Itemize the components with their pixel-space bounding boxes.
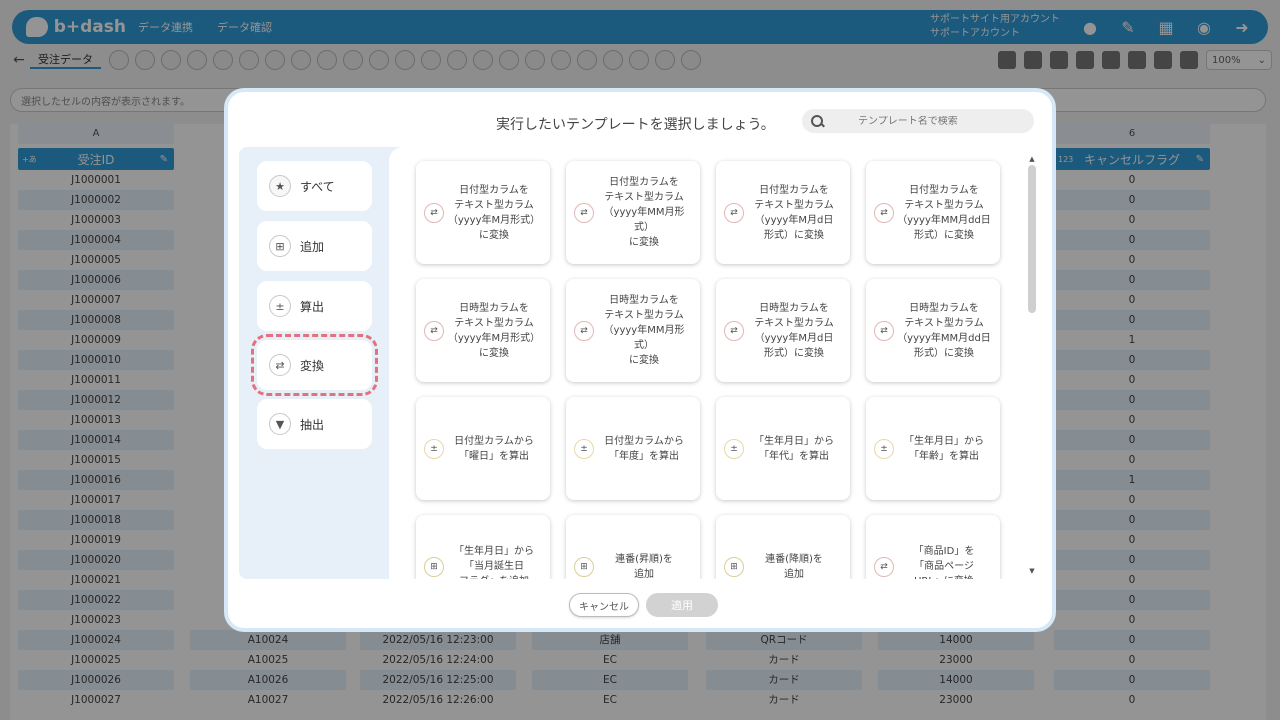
calculator-icon: ± [574, 438, 594, 459]
convert-icon: ⇄ [724, 202, 744, 223]
calculator-icon: ± [424, 438, 444, 459]
template-panel: ★ すべて ⊞ 追加 ± 算出 ⇄ 変換 ▼ 抽出 ⇄ 日付型カラムを テキスト型… [239, 147, 1041, 579]
calculator-icon: ± [269, 295, 291, 317]
template-card-label: 「生年月日」から 「年代」を算出 [754, 435, 834, 462]
plus-box-icon: ⊞ [574, 556, 594, 577]
template-card-label: 日付型カラムを テキスト型カラム （yyyy年M月形式） に変換 [447, 184, 541, 241]
convert-icon: ⇄ [269, 354, 291, 376]
template-card[interactable]: ± 日付型カラムから 「年度」を算出 [566, 397, 700, 500]
template-card-label: 日時型カラムを テキスト型カラム （yyyy年MM月dd日 形式）に変換 [897, 302, 991, 359]
convert-icon: ⇄ [874, 556, 894, 577]
template-card[interactable]: ⇄ 「商品ID」を 「商品ページ URL」に変換 [866, 515, 1000, 579]
convert-icon: ⇄ [724, 320, 744, 341]
dialog-title: 実行したいテンプレートを選択しましょう。 [496, 117, 775, 133]
convert-icon: ⇄ [574, 320, 594, 341]
template-card[interactable]: ⇄ 日時型カラムを テキスト型カラム （yyyy年M月d日 形式）に変換 [716, 279, 850, 382]
cancel-button[interactable]: キャンセル [569, 593, 639, 617]
category-extract[interactable]: ▼ 抽出 [257, 399, 372, 449]
template-search[interactable] [802, 109, 1034, 133]
plus-box-icon: ⊞ [269, 235, 291, 257]
category-calc[interactable]: ± 算出 [257, 281, 372, 331]
template-card[interactable]: ⇄ 日付型カラムを テキスト型カラム （yyyy年M月形式） に変換 [416, 161, 550, 264]
calculator-icon: ± [874, 438, 894, 459]
plus-box-icon: ⊞ [424, 556, 444, 577]
convert-icon: ⇄ [424, 202, 444, 223]
template-card[interactable]: ⇄ 日付型カラムを テキスト型カラム （yyyy年M月d日 形式）に変換 [716, 161, 850, 264]
template-card-label: 「商品ID」を 「商品ページ URL」に変換 [913, 546, 975, 579]
search-icon [811, 114, 824, 128]
template-card-label: 連番(昇順)を 追加 [615, 553, 673, 580]
template-dialog: 実行したいテンプレートを選択しましょう。 ★ すべて ⊞ 追加 ± 算出 ⇄ 変… [224, 88, 1056, 632]
category-label: 追加 [300, 239, 325, 254]
template-card[interactable]: ⊞ 「生年月日」から 「当月誕生日 フラグ」を追加 [416, 515, 550, 579]
apply-button[interactable]: 適用 [646, 593, 718, 617]
template-card[interactable]: ± 「生年月日」から 「年代」を算出 [716, 397, 850, 500]
template-card[interactable]: ⊞ 連番(昇順)を 追加 [566, 515, 700, 579]
template-card[interactable]: ⇄ 日付型カラムを テキスト型カラム （yyyy年MM月dd日 形式）に変換 [866, 161, 1000, 264]
plus-box-icon: ⊞ [724, 556, 744, 577]
template-card[interactable]: ⇄ 日付型カラムを テキスト型カラム （yyyy年MM月形 式） に変換 [566, 161, 700, 264]
template-card-label: 日付型カラムから 「曜日」を算出 [454, 435, 534, 462]
template-card[interactable]: ± 「生年月日」から 「年齢」を算出 [866, 397, 1000, 500]
template-card-label: 日時型カラムを テキスト型カラム （yyyy年MM月形 式） に変換 [603, 295, 685, 366]
convert-icon: ⇄ [874, 320, 894, 341]
star-icon: ★ [269, 175, 291, 197]
template-card-label: 日時型カラムを テキスト型カラム （yyyy年M月d日 形式）に変換 [754, 302, 834, 359]
convert-icon: ⇄ [574, 202, 594, 223]
scroll-thumb[interactable] [1028, 165, 1036, 313]
template-card-label: 「生年月日」から 「当月誕生日 フラグ」を追加 [454, 546, 534, 579]
template-scrollbar[interactable]: ▲ ▼ [1028, 155, 1036, 575]
template-card-label: 日付型カラムを テキスト型カラム （yyyy年M月d日 形式）に変換 [754, 184, 834, 241]
calculator-icon: ± [724, 438, 744, 459]
template-card-label: 連番(降順)を 追加 [765, 553, 823, 580]
template-card-label: 日付型カラムを テキスト型カラム （yyyy年MM月形 式） に変換 [603, 177, 685, 248]
template-card[interactable]: ± 日付型カラムから 「曜日」を算出 [416, 397, 550, 500]
category-label: 変換 [300, 358, 325, 373]
category-all[interactable]: ★ すべて [257, 161, 372, 211]
template-search-input[interactable] [858, 115, 1008, 127]
template-card-label: 日付型カラムを テキスト型カラム （yyyy年MM月dd日 形式）に変換 [897, 184, 991, 241]
category-label: 抽出 [300, 417, 325, 432]
convert-icon: ⇄ [874, 202, 894, 223]
convert-icon: ⇄ [424, 320, 444, 341]
template-card[interactable]: ⇄ 日時型カラムを テキスト型カラム （yyyy年MM月形 式） に変換 [566, 279, 700, 382]
category-convert[interactable]: ⇄ 変換 [251, 334, 378, 396]
scroll-down-icon[interactable]: ▼ [1028, 567, 1036, 575]
template-card-label: 日付型カラムから 「年度」を算出 [604, 435, 684, 462]
scroll-up-icon[interactable]: ▲ [1028, 155, 1036, 163]
template-card[interactable]: ⊞ 連番(降順)を 追加 [716, 515, 850, 579]
category-label: 算出 [300, 299, 325, 314]
category-label: すべて [300, 179, 335, 194]
category-add[interactable]: ⊞ 追加 [257, 221, 372, 271]
template-card[interactable]: ⇄ 日時型カラムを テキスト型カラム （yyyy年MM月dd日 形式）に変換 [866, 279, 1000, 382]
template-card-label: 日時型カラムを テキスト型カラム （yyyy年M月形式） に変換 [447, 302, 541, 359]
template-card[interactable]: ⇄ 日時型カラムを テキスト型カラム （yyyy年M月形式） に変換 [416, 279, 550, 382]
template-card-label: 「生年月日」から 「年齢」を算出 [904, 435, 984, 462]
filter-icon: ▼ [269, 413, 291, 435]
